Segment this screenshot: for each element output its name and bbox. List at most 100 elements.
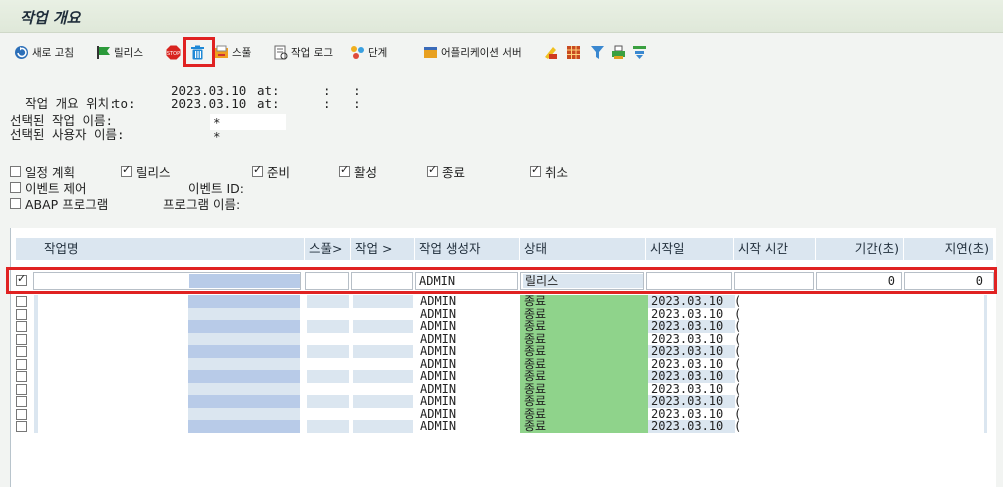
spool-cell[interactable] (307, 395, 349, 408)
released-checkbox[interactable] (121, 163, 132, 177)
table-row[interactable]: ADMIN 종료 2023.03.10( (11, 295, 996, 308)
col-header-start-time[interactable]: 시작 시간 (734, 238, 816, 260)
user-name-value[interactable]: * (213, 130, 221, 143)
job-name-cell[interactable] (188, 407, 300, 420)
spool-cell[interactable] (307, 420, 349, 433)
row-select-checkbox[interactable] (16, 346, 27, 357)
row-select-checkbox[interactable] (16, 333, 27, 345)
sort-button[interactable] (632, 43, 647, 61)
job-name-cell[interactable] (34, 395, 38, 408)
col-header-start-date[interactable]: 시작일 (646, 238, 734, 260)
table-row[interactable]: ADMIN 종료 2023.03.10( (11, 332, 996, 345)
job-doc-cell[interactable] (353, 382, 413, 395)
row-select-checkbox[interactable] (16, 421, 27, 432)
col-header-job-name[interactable]: 작업명 (16, 238, 305, 260)
job-name-cell[interactable] (34, 370, 38, 383)
table-row[interactable]: ADMIN 종료 2023.03.10( (11, 420, 996, 433)
row-select-checkbox[interactable] (16, 371, 27, 382)
spool-cell[interactable] (307, 357, 349, 370)
job-doc-cell[interactable] (353, 295, 413, 308)
job-name-cell[interactable] (188, 382, 300, 395)
spool-cell[interactable] (307, 295, 349, 308)
row-select-checkbox[interactable] (16, 383, 27, 395)
spool-cell[interactable] (307, 345, 349, 358)
table-row[interactable]: ADMIN 종료 2023.03.10( (11, 407, 996, 420)
table-row[interactable]: ADMIN 종료 2023.03.10( (11, 370, 996, 383)
refresh-button[interactable]: 새로 고침 (14, 43, 74, 61)
job-doc-cell[interactable] (353, 357, 413, 370)
job-doc-cell[interactable] (353, 332, 413, 345)
spool-button[interactable]: 스풀 (214, 43, 251, 61)
job-doc-cell[interactable] (353, 395, 413, 408)
canceled-checkbox[interactable] (530, 163, 541, 177)
job-name-cell[interactable] (188, 307, 300, 320)
app-server-button[interactable]: 어플리케이션 서버 (423, 43, 522, 61)
job-name-cell[interactable] (34, 332, 38, 345)
row-select-checkbox[interactable] (16, 308, 27, 320)
abap-program-checkbox[interactable] (10, 198, 21, 209)
print-button[interactable] (611, 43, 626, 61)
job-name-cell[interactable] (34, 295, 38, 308)
job-name-cell[interactable] (34, 320, 38, 333)
layout-grid-button[interactable] (566, 43, 581, 61)
job-name-cell[interactable] (188, 370, 300, 383)
row-select-checkbox[interactable] (16, 358, 27, 370)
job-name-cell[interactable] (34, 382, 38, 395)
spool-cell[interactable] (307, 382, 349, 395)
filter-button[interactable] (590, 43, 605, 61)
job-name-cell[interactable] (188, 357, 300, 370)
col-header-delay[interactable]: 지연(초) (904, 238, 994, 260)
job-name-cell[interactable] (188, 420, 300, 433)
job-name-cell[interactable] (34, 345, 38, 358)
col-header-duration[interactable]: 기간(초) (816, 238, 904, 260)
active-checkbox[interactable] (339, 163, 350, 177)
job-name-cell[interactable] (34, 307, 38, 320)
scheduled-checkbox[interactable] (10, 166, 21, 177)
job-name-cell[interactable] (34, 420, 38, 433)
row-select-checkbox[interactable] (16, 296, 27, 307)
spool-cell[interactable] (307, 320, 349, 333)
job-name-cell[interactable] (188, 395, 300, 408)
table-row[interactable]: ADMIN 종료 2023.03.10( (11, 382, 996, 395)
step-button[interactable]: 단계 (350, 43, 387, 61)
ready-checkbox[interactable] (252, 163, 263, 177)
spool-cell[interactable] (307, 307, 349, 320)
job-doc-cell[interactable] (353, 370, 413, 383)
job-name-cell[interactable] (188, 345, 300, 358)
job-doc-cell[interactable] (353, 320, 413, 333)
stop-button[interactable]: STOP (166, 43, 181, 61)
job-name-cell[interactable] (188, 320, 300, 333)
row-select-checkbox[interactable] (16, 321, 27, 332)
col-header-creator[interactable]: 작업 생성자 (415, 238, 520, 260)
job-doc-cell[interactable] (353, 345, 413, 358)
spool-cell[interactable] (307, 407, 349, 420)
job-name-field[interactable] (210, 114, 286, 130)
table-row[interactable]: ADMIN 종료 2023.03.10( (11, 395, 996, 408)
col-header-status[interactable]: 상태 (520, 238, 646, 260)
to-time[interactable]: : : (323, 97, 361, 110)
col-header-spool[interactable]: 스풀> (305, 238, 351, 260)
row-select-checkbox[interactable] (16, 396, 27, 407)
to-date[interactable]: 2023.03.10 (171, 97, 246, 110)
job-name-cell[interactable] (34, 357, 38, 370)
job-doc-cell[interactable] (353, 307, 413, 320)
finished-checkbox[interactable] (427, 163, 438, 177)
row-select-checkbox[interactable] (16, 408, 27, 420)
row-edge (984, 420, 987, 433)
job-log-button[interactable]: 작업 로그 (273, 43, 333, 61)
table-row[interactable]: ADMIN 종료 2023.03.10( (11, 357, 996, 370)
spool-cell[interactable] (307, 332, 349, 345)
event-control-checkbox[interactable] (10, 182, 21, 193)
spool-cell[interactable] (307, 370, 349, 383)
job-name-cell[interactable] (188, 332, 300, 345)
job-doc-cell[interactable] (353, 420, 413, 433)
table-row[interactable]: ADMIN 종료 2023.03.10( (11, 320, 996, 333)
job-name-cell[interactable] (188, 295, 300, 308)
release-button[interactable]: 릴리스 (96, 43, 143, 61)
table-row[interactable]: ADMIN 종료 2023.03.10( (11, 345, 996, 358)
table-row[interactable]: ADMIN 종료 2023.03.10( (11, 307, 996, 320)
job-doc-cell[interactable] (353, 407, 413, 420)
col-header-job-doc[interactable]: 작업 > (351, 238, 415, 260)
highlight-button[interactable] (543, 43, 558, 61)
job-name-cell[interactable] (34, 407, 38, 420)
